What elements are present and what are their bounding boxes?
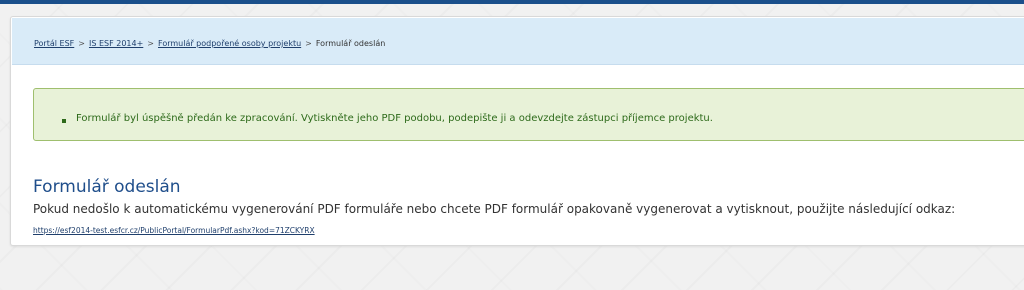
- breadcrumb-bar: Portál ESF > IS ESF 2014+ > Formulář podpoře…: [12, 18, 1024, 65]
- breadcrumb-link-is-esf[interactable]: IS ESF 2014+: [89, 39, 143, 48]
- page-title: Formulář odeslán: [33, 177, 181, 197]
- pdf-download-link[interactable]: https://esf2014-test.esfcr.cz/PublicPort…: [33, 226, 315, 236]
- success-message: Formulář byl úspěšně předán ke zpracován…: [76, 113, 713, 124]
- breadcrumb-link-portal-esf[interactable]: Portál ESF: [34, 39, 74, 48]
- content-card: Portál ESF > IS ESF 2014+ > Formulář podpoře…: [10, 16, 1024, 246]
- success-alert: Formulář byl úspěšně předán ke zpracován…: [33, 88, 1024, 141]
- header-stripe: [0, 0, 1024, 4]
- breadcrumb-separator: >: [305, 39, 312, 48]
- breadcrumb-link-formular[interactable]: Formulář podpořené osoby projektu: [158, 39, 301, 48]
- info-text: Pokud nedošlo k automatickému vygenerová…: [33, 202, 956, 216]
- breadcrumb: Portál ESF > IS ESF 2014+ > Formulář podpoře…: [34, 39, 385, 49]
- breadcrumb-separator: >: [78, 39, 85, 48]
- bullet-icon: [62, 119, 66, 123]
- breadcrumb-current: Formulář odeslán: [315, 39, 386, 48]
- breadcrumb-separator: >: [147, 39, 154, 48]
